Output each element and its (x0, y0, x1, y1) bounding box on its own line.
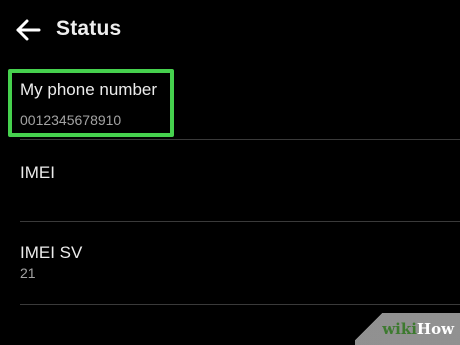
page-title: Status (56, 17, 122, 40)
arrow-left-icon (12, 14, 44, 46)
watermark-wiki: wiki (382, 320, 417, 338)
wikihow-watermark: wikiHow (355, 313, 460, 345)
item-title: IMEI SV (20, 243, 83, 262)
item-value: 21 (20, 265, 36, 281)
list-item-imei-sv[interactable]: IMEI SV 21 (0, 222, 460, 304)
watermark-how: How (416, 320, 454, 338)
divider (20, 304, 460, 305)
app-bar: Status (0, 0, 460, 62)
back-button[interactable] (12, 14, 44, 46)
list-item-imei[interactable]: IMEI (0, 140, 460, 220)
watermark-logo: wikiHow (382, 320, 454, 338)
item-title: IMEI (20, 163, 55, 182)
highlight-box (8, 69, 174, 137)
